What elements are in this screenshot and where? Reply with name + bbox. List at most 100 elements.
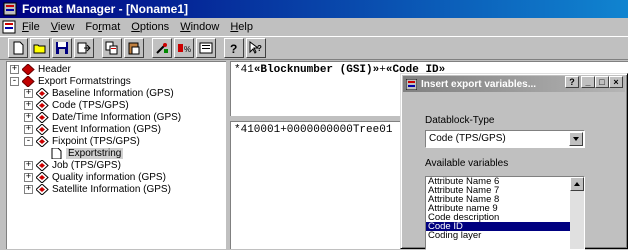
collapse-icon[interactable]: - <box>10 76 19 86</box>
available-variables-label: Available variables <box>425 158 509 169</box>
tree-item-label: Export Formatstrings <box>38 75 131 87</box>
menu-options[interactable]: Options <box>131 21 169 33</box>
expand-icon[interactable]: + <box>24 100 33 110</box>
diamond-icon <box>36 171 49 183</box>
tree-item-code[interactable]: + Code (TPS/GPS) <box>24 99 129 111</box>
help-button[interactable]: ? <box>224 38 244 58</box>
scroll-up-button[interactable] <box>570 177 584 191</box>
datablock-type-select[interactable]: Code (TPS/GPS) <box>425 130 585 148</box>
dialog-minimize-button[interactable]: _ <box>581 76 595 88</box>
diamond-icon <box>36 87 49 99</box>
menu-window[interactable]: Window <box>180 21 219 33</box>
tree-item-label: Date/Time Information (GPS) <box>52 111 182 123</box>
properties-button[interactable] <box>196 38 216 58</box>
diamond-icon <box>36 111 49 123</box>
wizard-icon <box>156 43 168 54</box>
tree-item-label: Quality information (GPS) <box>52 171 166 183</box>
tree-item-label: Fixpoint (TPS/GPS) <box>52 135 140 147</box>
tree-item-event[interactable]: + Event Information (GPS) <box>24 123 161 135</box>
tool-b-button[interactable]: % <box>174 38 194 58</box>
tree-item-label: Event Information (GPS) <box>52 123 161 135</box>
datablock-type-value: Code (TPS/GPS) <box>429 133 506 144</box>
format-prefix: *41 <box>234 64 254 76</box>
tree-item-datetime[interactable]: + Date/Time Information (GPS) <box>24 111 181 123</box>
expand-icon[interactable]: + <box>24 184 33 194</box>
properties-icon <box>199 42 213 54</box>
format-separator: + <box>379 64 386 76</box>
expand-icon[interactable]: + <box>24 160 33 170</box>
expand-icon[interactable]: + <box>24 88 33 98</box>
copy-icon <box>105 41 118 55</box>
list-scrollbar[interactable] <box>570 177 584 249</box>
toolbar: % ? ? <box>0 36 628 60</box>
expand-icon[interactable]: + <box>10 64 19 74</box>
new-button[interactable] <box>8 38 28 58</box>
paste-icon <box>128 42 140 55</box>
page-icon <box>51 147 62 159</box>
tree-item-label: Header <box>38 63 71 75</box>
dialog-title: Insert export variables... <box>421 78 537 90</box>
tree-item-fixpoint[interactable]: - Fixpoint (TPS/GPS) <box>24 135 140 147</box>
paste-format-button[interactable] <box>124 38 144 58</box>
tree-item-label: Baseline Information (GPS) <box>52 87 174 99</box>
list-item[interactable]: Coding layer <box>426 231 584 241</box>
tree-item-export-formatstrings[interactable]: - Export Formatstrings <box>10 75 131 87</box>
format-tree[interactable]: + Header - Export Formatstrings + Baseli… <box>6 61 226 249</box>
tree-item-exportstring[interactable]: Exportstring <box>50 147 124 159</box>
diamond-icon <box>36 159 49 171</box>
floppy-icon <box>56 42 68 54</box>
pointer-question-icon: ? <box>249 41 262 54</box>
dialog-maximize-button[interactable]: □ <box>595 76 609 88</box>
datablock-type-label: Datablock-Type <box>425 115 495 126</box>
tree-item-baseline[interactable]: + Baseline Information (GPS) <box>24 87 174 99</box>
tree-item-header[interactable]: + Header <box>10 63 71 75</box>
diamond-icon <box>36 99 49 111</box>
menu-view[interactable]: View <box>51 21 75 33</box>
menu-bar: File View Format Options Window Help <box>0 18 628 36</box>
tree-item-satellite[interactable]: + Satellite Information (GPS) <box>24 183 171 195</box>
tree-item-label: Job (TPS/GPS) <box>52 159 121 171</box>
dialog-help-button[interactable]: ? <box>565 76 579 88</box>
svg-text:%: % <box>184 45 191 54</box>
menu-help[interactable]: Help <box>230 21 253 33</box>
open-folder-icon <box>33 44 46 54</box>
open-button[interactable] <box>30 38 50 58</box>
format-variable-1[interactable]: «Blocknumber (GSI)» <box>254 64 379 76</box>
variables-list[interactable]: Attribute Name 6 Attribute Name 7 Attrib… <box>425 176 585 250</box>
menu-file[interactable]: File <box>22 21 40 33</box>
export-button[interactable] <box>74 38 94 58</box>
tree-item-quality[interactable]: + Quality information (GPS) <box>24 171 166 183</box>
svg-text:?: ? <box>230 42 237 55</box>
diamond-red-icon <box>22 75 35 87</box>
tool-a-button[interactable] <box>152 38 172 58</box>
dropdown-arrow-button[interactable] <box>569 132 583 146</box>
expand-icon[interactable]: + <box>24 124 33 134</box>
new-file-icon <box>13 41 24 55</box>
chevron-up-icon <box>574 182 580 186</box>
copy-format-button[interactable] <box>102 38 122 58</box>
menu-format[interactable]: Format <box>85 21 120 33</box>
chevron-down-icon <box>573 137 579 141</box>
context-help-button[interactable]: ? <box>246 38 266 58</box>
app-icon <box>3 2 17 16</box>
expand-icon[interactable]: + <box>24 172 33 182</box>
tree-item-job[interactable]: + Job (TPS/GPS) <box>24 159 121 171</box>
window-title: Format Manager - [Noname1] <box>22 2 189 16</box>
question-icon: ? <box>230 42 237 55</box>
dialog-app-icon <box>406 78 417 90</box>
export-icon <box>77 42 91 54</box>
diamond-icon <box>36 123 49 135</box>
document-icon[interactable] <box>2 20 16 34</box>
tree-item-label: Code (TPS/GPS) <box>52 99 129 111</box>
variable-icon: % <box>178 44 191 54</box>
expand-icon[interactable]: + <box>24 112 33 122</box>
tree-item-label: Satellite Information (GPS) <box>52 183 171 195</box>
tree-item-label: Exportstring <box>66 147 124 159</box>
save-button[interactable] <box>52 38 72 58</box>
collapse-icon[interactable]: - <box>24 136 33 146</box>
insert-variables-dialog: Insert export variables... ? _ □ × Datab… <box>400 73 628 250</box>
diamond-icon <box>36 135 49 147</box>
diamond-icon <box>36 183 49 195</box>
dialog-close-button[interactable]: × <box>609 76 623 88</box>
svg-text:?: ? <box>257 44 262 53</box>
